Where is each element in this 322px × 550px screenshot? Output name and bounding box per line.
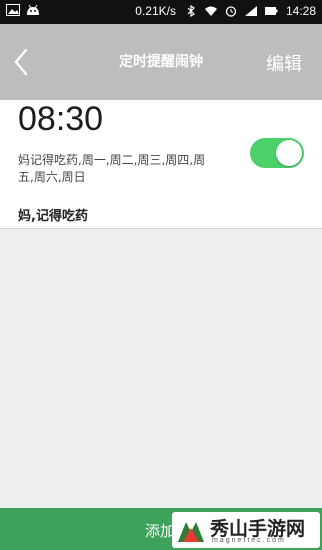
- watermark: 秀山手游网 magnettec.com: [172, 512, 320, 548]
- status-time: 14:28: [285, 4, 316, 18]
- edit-button[interactable]: 编辑: [266, 50, 302, 76]
- status-bar: 0.21K/s 14:28: [0, 0, 322, 24]
- signal-icon: [244, 6, 257, 16]
- watermark-en-text: magnettec.com: [212, 537, 286, 544]
- wifi-icon: [204, 6, 217, 16]
- alarm-toggle[interactable]: [250, 138, 304, 168]
- net-speed: 0.21K/s: [135, 4, 176, 18]
- alarm-label: 妈,记得吃药: [18, 209, 88, 224]
- alarm-clock-icon: [225, 6, 237, 17]
- android-icon: [27, 4, 39, 15]
- battery-icon: [264, 7, 278, 15]
- gallery-icon: [6, 4, 20, 16]
- add-alarm-label: 添加: [145, 522, 176, 540]
- toggle-knob: [276, 140, 302, 166]
- alarm-time: 08:30: [18, 100, 104, 138]
- alarm-item[interactable]: 08:30 妈记得吃药,周一,周二,周三,周四,周五,周六,周日 妈,记得吃药: [0, 100, 322, 229]
- header-bar: 定时提醒闹钟 编辑: [0, 24, 322, 100]
- bluetooth-icon: [187, 5, 195, 17]
- alarm-repeat-text: 妈记得吃药,周一,周二,周三,周四,周五,周六,周日: [18, 153, 206, 184]
- watermark-logo-icon: [178, 522, 204, 542]
